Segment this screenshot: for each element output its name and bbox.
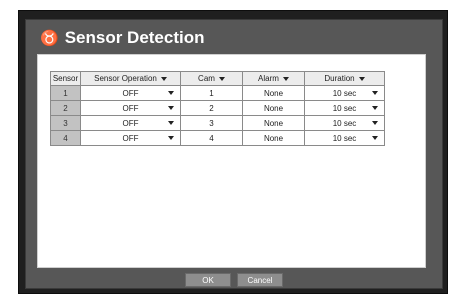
- sensor-operation-select[interactable]: OFF: [80, 100, 181, 116]
- chevron-down-icon: [160, 76, 167, 81]
- table-row: 3 OFF 3 None 10 sec: [50, 115, 385, 131]
- sensor-operation-select[interactable]: OFF: [80, 115, 181, 131]
- ok-button[interactable]: OK: [185, 273, 231, 287]
- chevron-down-icon: [168, 91, 174, 95]
- sensor-number-cell: 3: [50, 115, 81, 131]
- dialog-buttons: OK Cancel: [26, 273, 442, 287]
- cam-cell[interactable]: 1: [180, 85, 243, 101]
- chevron-down-icon: [372, 91, 378, 95]
- cam-cell[interactable]: 2: [180, 100, 243, 116]
- sensor-operation-select[interactable]: OFF: [80, 85, 181, 101]
- duration-select[interactable]: 10 sec: [304, 130, 385, 146]
- alarm-cell[interactable]: None: [242, 115, 305, 131]
- table-row: 4 OFF 4 None 10 sec: [50, 130, 385, 146]
- sensor-table: Sensor Sensor Operation Cam Alarm Durati: [50, 71, 385, 146]
- sensor-number-cell: 2: [50, 100, 81, 116]
- cam-cell[interactable]: 4: [180, 130, 243, 146]
- chevron-down-icon: [218, 76, 225, 81]
- alarm-cell[interactable]: None: [242, 130, 305, 146]
- duration-select[interactable]: 10 sec: [304, 115, 385, 131]
- chevron-down-icon: [282, 76, 289, 81]
- chevron-down-icon: [358, 76, 365, 81]
- header-cam[interactable]: Cam: [180, 71, 243, 86]
- dialog-title: ♉ Sensor Detection: [40, 26, 205, 50]
- duration-select[interactable]: 10 sec: [304, 85, 385, 101]
- chevron-down-icon: [372, 106, 378, 110]
- header-sensor: Sensor: [50, 71, 81, 86]
- sensor-number-cell: 1: [50, 85, 81, 101]
- table-header-row: Sensor Sensor Operation Cam Alarm Durati: [50, 71, 385, 86]
- alarm-cell[interactable]: None: [242, 85, 305, 101]
- sensor-number-cell: 4: [50, 130, 81, 146]
- content-panel: Sensor Sensor Operation Cam Alarm Durati: [37, 54, 426, 268]
- chevron-down-icon: [168, 106, 174, 110]
- sensor-detection-dialog: ♉ Sensor Detection Sensor Sensor Operati…: [25, 19, 443, 289]
- dialog-title-text: Sensor Detection: [64, 28, 205, 47]
- alarm-cell[interactable]: None: [242, 100, 305, 116]
- cancel-button[interactable]: Cancel: [237, 273, 283, 287]
- chevron-down-icon: [168, 136, 174, 140]
- table-row: 2 OFF 2 None 10 sec: [50, 100, 385, 116]
- cam-cell[interactable]: 3: [180, 115, 243, 131]
- duration-select[interactable]: 10 sec: [304, 100, 385, 116]
- header-alarm[interactable]: Alarm: [242, 71, 305, 86]
- header-duration[interactable]: Duration: [304, 71, 385, 86]
- chevron-down-icon: [372, 136, 378, 140]
- window-frame: ♉ Sensor Detection Sensor Sensor Operati…: [18, 10, 448, 294]
- table-row: 1 OFF 1 None 10 sec: [50, 85, 385, 101]
- chevron-down-icon: [168, 121, 174, 125]
- header-sensor-operation[interactable]: Sensor Operation: [80, 71, 181, 86]
- sensor-operation-select[interactable]: OFF: [80, 130, 181, 146]
- sensor-icon: ♉: [40, 29, 59, 47]
- chevron-down-icon: [372, 121, 378, 125]
